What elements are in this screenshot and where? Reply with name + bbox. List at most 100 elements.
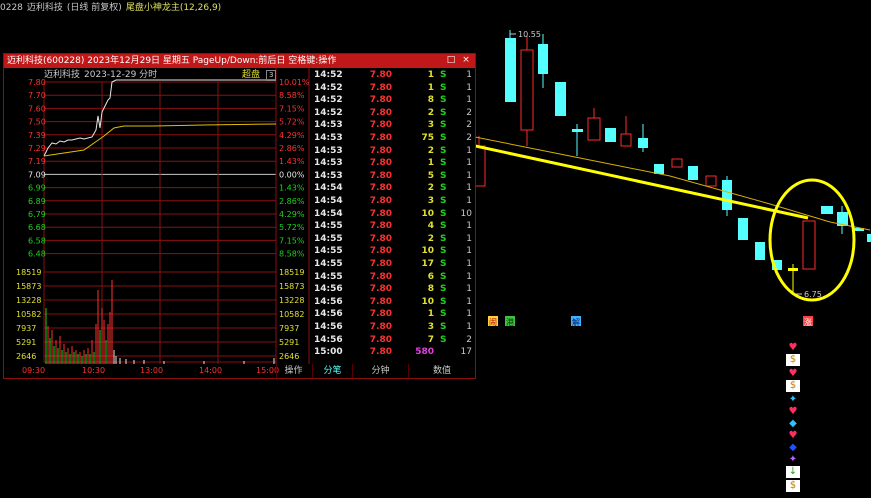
tick-price: 7.80 (369, 133, 392, 143)
pct-axis-label: 4.29% (279, 210, 305, 219)
tick-row[interactable]: 14:54 7.80 3 S 1 (312, 195, 474, 208)
volume-axis-label: 13228 (16, 296, 41, 305)
tick-volume: 1 (427, 309, 434, 320)
popup-title: 迈利科技(600228) 2023年12月29日 星期五 PageUp/Down… (7, 56, 337, 66)
tick-volume: 10 (421, 208, 434, 219)
tick-count: 1 (466, 296, 472, 307)
tick-row[interactable]: 14:52 7.80 2 S 2 (312, 107, 474, 120)
heart-icon[interactable]: ♥ (786, 430, 800, 442)
tick-count: 1 (466, 70, 472, 80)
tick-row[interactable]: 14:55 7.80 6 S 1 (312, 271, 474, 284)
tick-price: 7.80 (369, 296, 392, 307)
tick-side: S (440, 170, 447, 181)
tick-volume: 3 (427, 120, 434, 131)
intraday-chart[interactable]: 7.807.707.607.507.397.297.197.096.996.89… (4, 68, 310, 364)
tick-row[interactable]: 14:56 7.80 3 S 1 (312, 321, 474, 334)
tick-row[interactable]: 14:55 7.80 10 S 1 (312, 245, 474, 258)
heart-icon[interactable]: ♥ (786, 406, 800, 418)
tick-row[interactable]: 14:54 7.80 10 S 10 (312, 208, 474, 221)
tick-time: 14:53 (314, 133, 343, 143)
tick-price: 7.80 (369, 145, 392, 156)
tab-minutes[interactable]: 分钟 (352, 364, 408, 378)
tick-price: 7.80 (369, 82, 392, 93)
tick-count: 2 (466, 133, 472, 143)
tick-count: 1 (466, 246, 472, 257)
tick-time: 14:55 (314, 259, 343, 269)
tick-price: 7.80 (369, 246, 392, 257)
pct-axis-label: 7.15% (279, 236, 305, 245)
tick-row[interactable]: 14:56 7.80 1 S 1 (312, 308, 474, 321)
intraday-popup[interactable]: 迈利科技(600228) 2023年12月29日 星期五 PageUp/Down… (3, 53, 476, 379)
price-axis-label: 6.99 (28, 184, 46, 193)
money-bag-icon[interactable]: $ (786, 380, 800, 392)
tick-table[interactable]: 14:52 7.80 1 S 1 14:52 7.80 1 S 1 14:52 7.80 8 S 1 14:5… (312, 69, 474, 364)
price-axis-label: 7.39 (28, 131, 46, 140)
tick-row[interactable]: 14:53 7.80 1 S 1 (312, 157, 474, 170)
tick-row[interactable]: 14:53 7.80 2 S 1 (312, 145, 474, 158)
price-axis-label: 7.70 (28, 91, 46, 100)
diamond-icon[interactable]: ◆ (786, 442, 800, 454)
tick-count: 1 (466, 183, 472, 194)
price-axis-label: 6.79 (28, 210, 46, 219)
tick-time: 14:54 (314, 196, 343, 206)
tab-operate[interactable]: 操作 (276, 364, 310, 378)
heart-icon[interactable]: ♥ (786, 368, 800, 380)
tick-time: 14:54 (314, 183, 343, 194)
tick-count: 1 (466, 82, 472, 93)
heart-icon[interactable]: ♥ (786, 342, 800, 354)
tick-row[interactable]: 14:53 7.80 75 S 2 (312, 132, 474, 145)
tick-volume: 10 (421, 296, 434, 307)
overlay-label[interactable]: 超盘 (242, 68, 260, 82)
tick-row[interactable]: 14:56 7.80 7 S 2 (312, 334, 474, 347)
tick-row[interactable]: 14:55 7.80 17 S 1 (312, 258, 474, 271)
money-bag-icon[interactable]: $ (786, 480, 800, 492)
tick-volume: 10 (421, 246, 434, 257)
maximize-icon[interactable]: □ (446, 55, 456, 66)
price-axis-label: 6.48 (28, 250, 46, 259)
tab-values[interactable]: 数值 (408, 364, 475, 378)
intraday-stock-name: 迈利科技 (44, 70, 81, 80)
tick-time: 14:52 (314, 95, 343, 106)
tab-ticks[interactable]: 分笔 (312, 364, 352, 378)
tick-row[interactable]: 15:00 7.80 580 17 (312, 346, 474, 359)
tick-row[interactable]: 14:52 7.80 1 S 1 (312, 69, 474, 82)
butterfly-icon[interactable]: ✦ (786, 394, 800, 406)
tick-row[interactable]: 14:53 7.80 5 S 1 (312, 170, 474, 183)
pct-axis-label: 2.86% (279, 197, 305, 206)
tick-row[interactable]: 14:55 7.80 2 S 1 (312, 233, 474, 246)
tick-row[interactable]: 14:52 7.80 8 S 1 (312, 94, 474, 107)
pct-axis-label: 8.58% (279, 250, 305, 259)
tick-time: 14:56 (314, 284, 343, 295)
money-bag-icon[interactable]: $ (786, 354, 800, 366)
tick-row[interactable]: 14:52 7.80 1 S 1 (312, 82, 474, 95)
tick-time: 14:52 (314, 107, 343, 118)
tick-volume: 2 (427, 145, 434, 156)
tick-time: 14:56 (314, 334, 343, 345)
tick-side: S (440, 259, 447, 269)
volume-axis-label: 18519 (279, 268, 304, 277)
popup-title-bar[interactable]: 迈利科技(600228) 2023年12月29日 星期五 PageUp/Down… (4, 54, 475, 68)
tick-price: 7.80 (369, 233, 392, 244)
price-axis-label: 6.89 (28, 197, 46, 206)
butterfly-icon[interactable]: ✦ (786, 454, 800, 466)
tick-price: 7.80 (369, 271, 392, 282)
tick-price: 7.80 (369, 107, 392, 118)
tick-row[interactable]: 14:56 7.80 8 S 1 (312, 283, 474, 296)
price-axis-label: 7.19 (28, 157, 46, 166)
arrow-down-icon[interactable]: ↓ (786, 466, 800, 478)
tick-row[interactable]: 14:53 7.80 3 S 2 (312, 119, 474, 132)
tick-row[interactable]: 14:54 7.80 2 S 1 (312, 182, 474, 195)
tick-side: S (440, 145, 447, 156)
tick-side: S (440, 284, 447, 295)
popup-tabs: 操作 分笔 分钟 数值 (4, 364, 475, 378)
volume-axis-label: 18519 (16, 268, 41, 277)
overlay-key[interactable]: 3 (266, 70, 277, 81)
close-icon[interactable]: × (461, 55, 471, 66)
tick-price: 7.80 (369, 221, 392, 232)
tick-time: 14:52 (314, 70, 343, 80)
diamond-icon[interactable]: ◆ (786, 418, 800, 430)
tick-row[interactable]: 14:55 7.80 4 S 1 (312, 220, 474, 233)
tick-side: S (440, 158, 447, 169)
tick-side: S (440, 70, 447, 80)
tick-row[interactable]: 14:56 7.80 10 S 1 (312, 296, 474, 309)
